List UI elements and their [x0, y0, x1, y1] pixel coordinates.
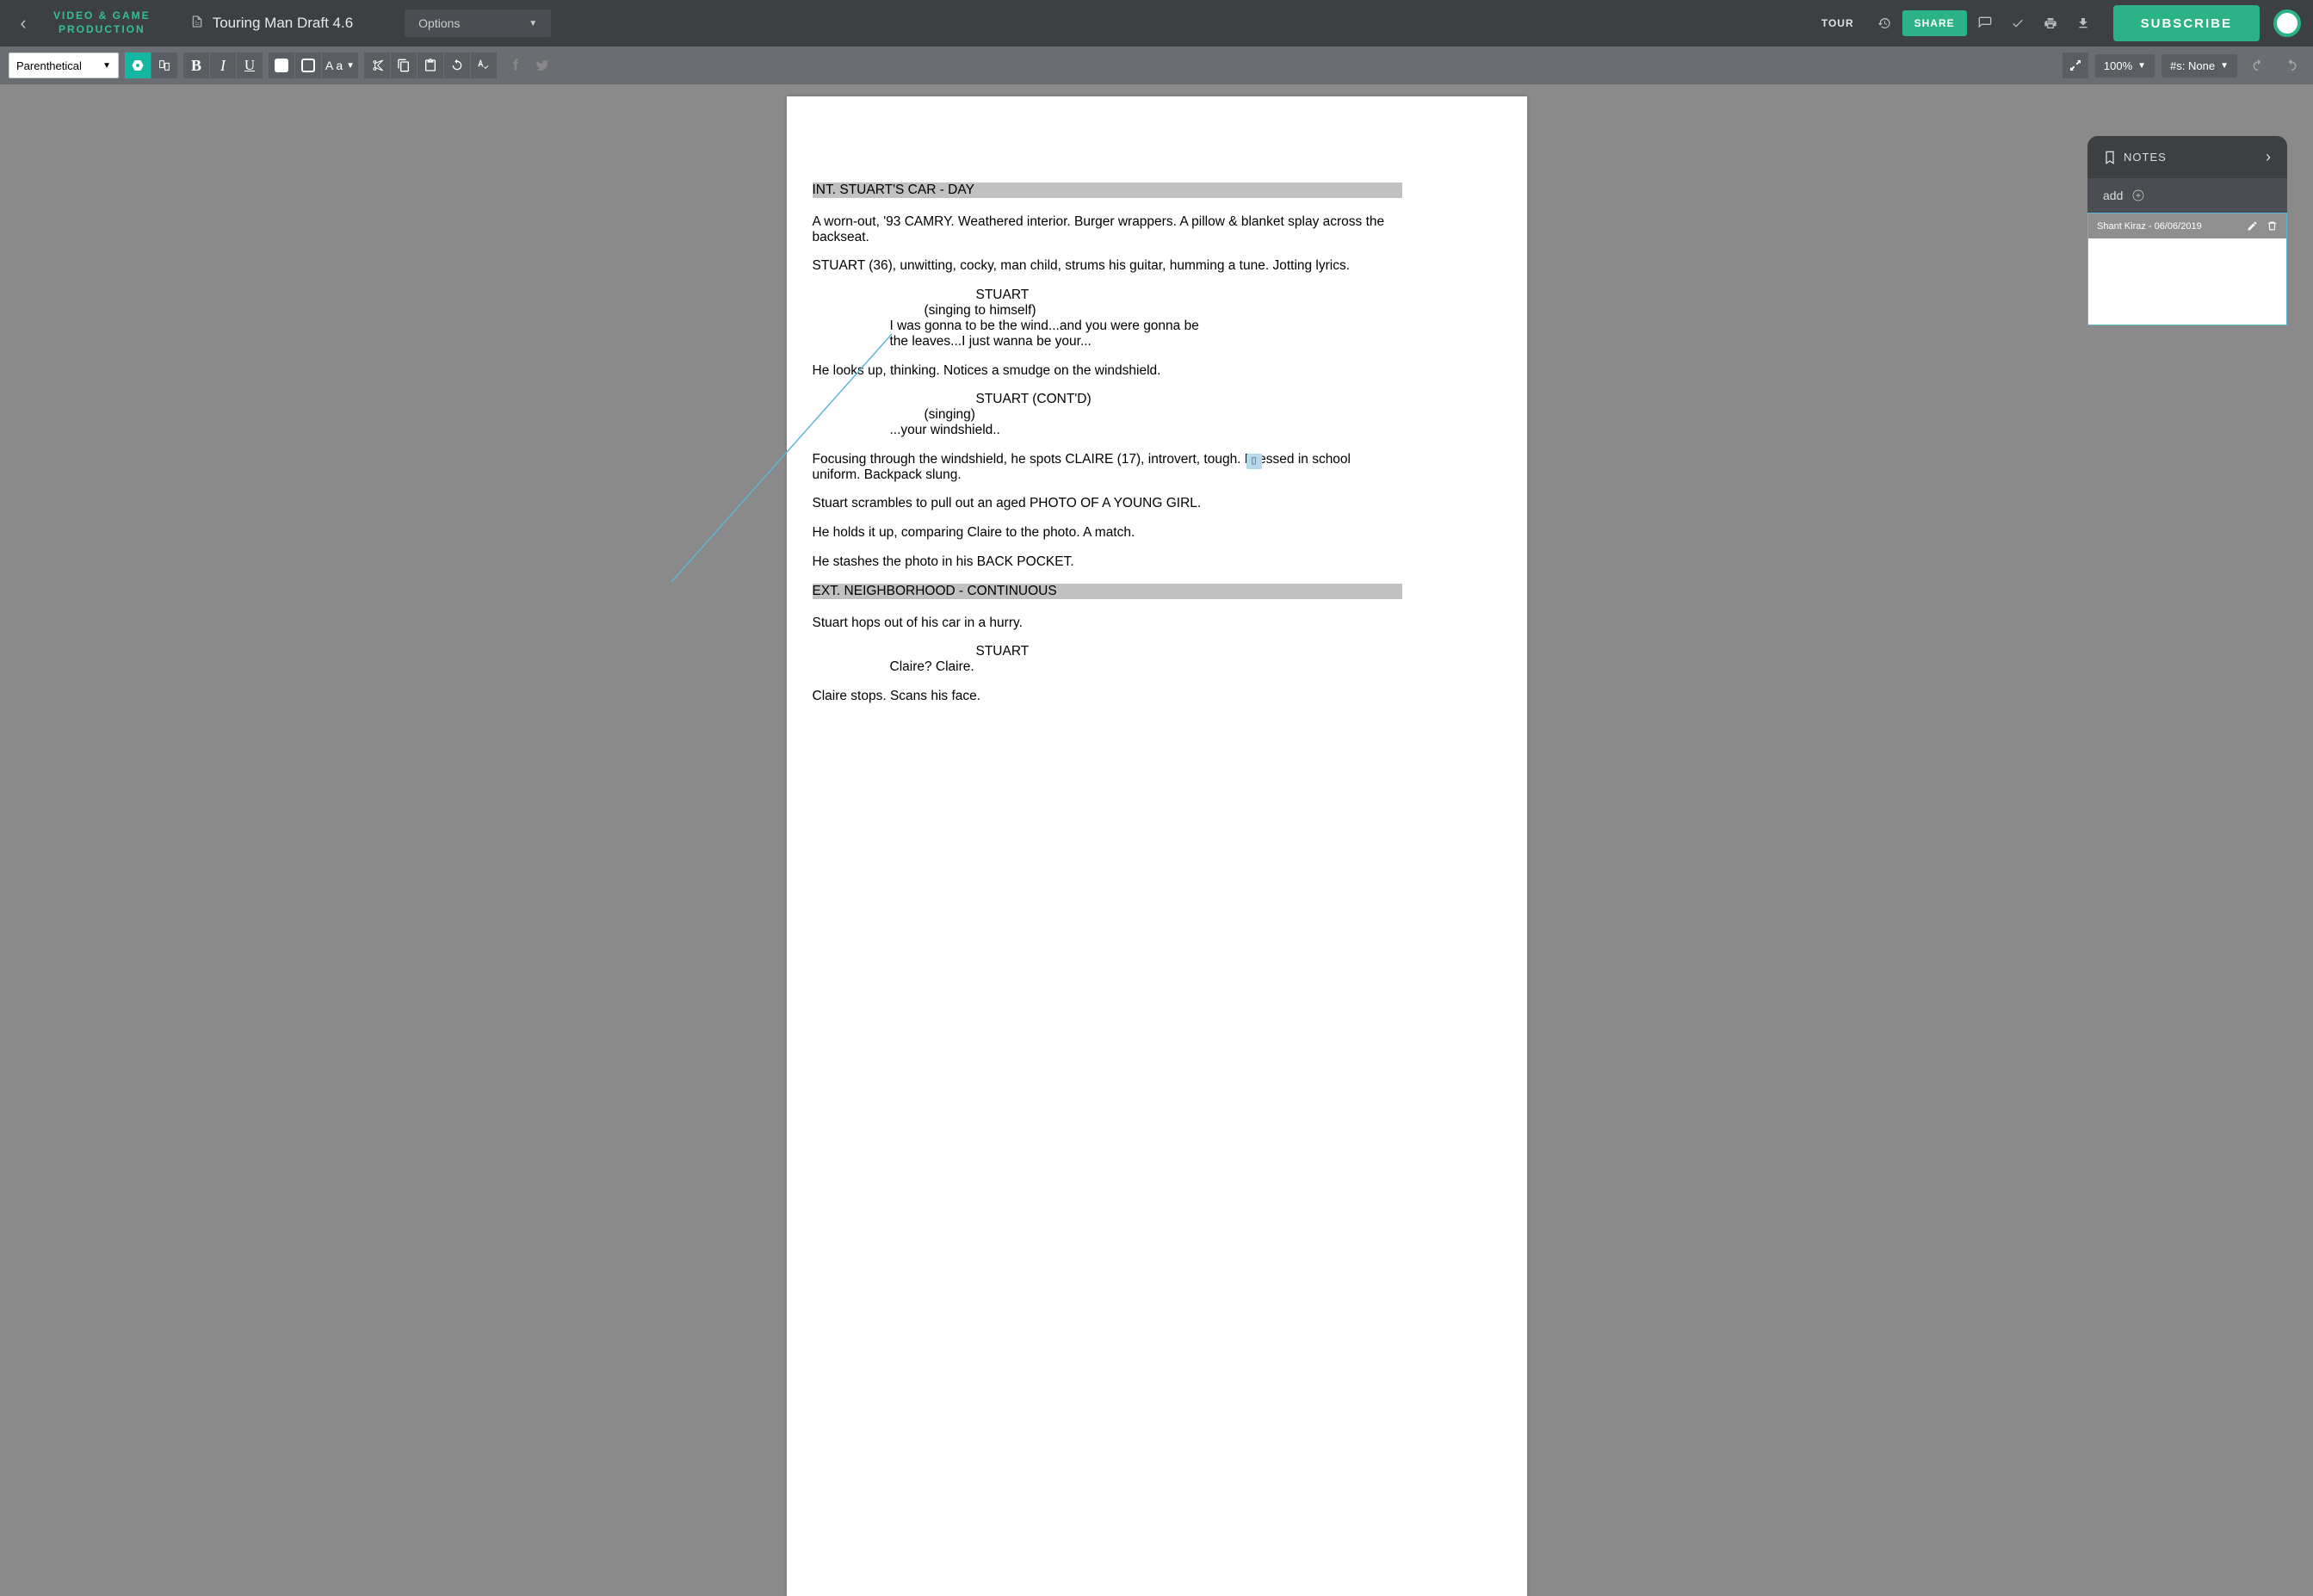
text-color-button[interactable]: [295, 53, 321, 78]
chevron-down-icon: ▼: [2220, 61, 2229, 71]
action-text[interactable]: He looks up, thinking. Notices a smudge …: [813, 363, 1402, 379]
brand[interactable]: VIDEO & GAME PRODUCTION: [40, 9, 164, 36]
paste-button[interactable]: [417, 53, 443, 78]
print-icon[interactable]: [2036, 9, 2065, 38]
download-icon[interactable]: [2069, 9, 2098, 38]
parenthetical[interactable]: (singing): [925, 407, 1183, 423]
underline-button[interactable]: U: [237, 53, 263, 78]
notes-header[interactable]: NOTES ›: [2087, 136, 2287, 178]
pounds-label: #s: None: [2170, 59, 2215, 72]
note-pin-icon[interactable]: ▯: [1246, 454, 1262, 469]
note-card[interactable]: Shant Kiraz - 06/06/2019: [2087, 213, 2287, 325]
action-text[interactable]: He holds it up, comparing Claire to the …: [813, 525, 1402, 541]
spellcheck-button[interactable]: [471, 53, 497, 78]
action-text[interactable]: Claire stops. Scans his face.: [813, 689, 1402, 704]
character-name[interactable]: STUART: [976, 288, 1183, 303]
redo-button[interactable]: [2279, 53, 2304, 78]
avatar[interactable]: [2273, 9, 2301, 37]
scene-heading[interactable]: INT. STUART'S CAR - DAY: [813, 182, 1402, 198]
brand-line1: VIDEO & GAME: [53, 9, 151, 23]
workspace[interactable]: INT. STUART'S CAR - DAY A worn-out, '93 …: [0, 84, 2313, 1596]
scene-heading[interactable]: EXT. NEIGHBORHOOD - CONTINUOUS: [813, 584, 1402, 599]
note-body[interactable]: [2088, 238, 2286, 325]
scene-numbers-dropdown[interactable]: #s: None ▼: [2161, 54, 2237, 77]
highlight-color-button[interactable]: [269, 53, 294, 78]
note-card-header: Shant Kiraz - 06/06/2019: [2088, 213, 2286, 238]
dual-dialogue-button[interactable]: [152, 53, 177, 78]
undo-button[interactable]: [2245, 53, 2271, 78]
action-text[interactable]: STUART (36), unwitting, cocky, man child…: [813, 258, 1402, 274]
notes-title: NOTES: [2124, 151, 2167, 164]
facebook-button[interactable]: f: [503, 53, 529, 78]
options-dropdown[interactable]: Options ▼: [405, 9, 551, 37]
top-bar: ‹ VIDEO & GAME PRODUCTION Touring Man Dr…: [0, 0, 2313, 46]
options-label: Options: [418, 16, 460, 30]
document-icon: [190, 15, 204, 33]
action-text[interactable]: Focusing through the windshield, he spot…: [813, 452, 1402, 483]
parenthetical[interactable]: (singing to himself): [925, 303, 1183, 319]
pencil-icon[interactable]: [2247, 220, 2258, 232]
add-note-button[interactable]: add: [2087, 178, 2287, 213]
dialogue[interactable]: ...your windshield..: [890, 423, 1209, 438]
zoom-label: 100%: [2104, 59, 2132, 72]
chevron-down-icon: ▼: [529, 19, 537, 28]
notes-panel: NOTES › add Shant Kiraz - 06/06/2019: [2087, 136, 2287, 325]
document-title: Touring Man Draft 4.6: [213, 15, 353, 32]
chevron-down-icon: ▼: [346, 61, 355, 71]
share-button[interactable]: SHARE: [1902, 10, 1967, 36]
chevron-down-icon: ▼: [2137, 61, 2146, 71]
cut-button[interactable]: [364, 53, 390, 78]
zoom-dropdown[interactable]: 100% ▼: [2095, 54, 2155, 77]
format-toolbar: Parenthetical ▼ B I U A a ▼ f: [0, 46, 2313, 84]
add-label: add: [2103, 189, 2123, 202]
character-name[interactable]: STUART (CONT'D): [976, 392, 1183, 407]
script-page[interactable]: INT. STUART'S CAR - DAY A worn-out, '93 …: [787, 96, 1527, 1596]
chevron-right-icon[interactable]: ›: [2266, 148, 2272, 166]
copy-button[interactable]: [391, 53, 417, 78]
note-author: Shant Kiraz - 06/06/2019: [2097, 221, 2202, 232]
find-replace-button[interactable]: [444, 53, 470, 78]
brand-line2: PRODUCTION: [53, 23, 151, 37]
action-text[interactable]: Stuart hops out of his car in a hurry.: [813, 616, 1402, 631]
dialogue[interactable]: I was gonna to be the wind...and you wer…: [890, 319, 1209, 350]
element-type-dropdown[interactable]: Parenthetical ▼: [9, 53, 119, 78]
case-label: A a: [325, 59, 343, 72]
subscribe-button[interactable]: SUBSCRIBE: [2113, 5, 2260, 41]
character-name[interactable]: STUART: [976, 644, 1183, 659]
tag-tool-button[interactable]: [125, 53, 151, 78]
action-text[interactable]: A worn-out, '93 CAMRY. Weathered interio…: [813, 214, 1402, 245]
element-type-label: Parenthetical: [16, 59, 82, 72]
plus-circle-icon: [2131, 189, 2145, 202]
trash-icon[interactable]: [2267, 220, 2278, 232]
twitter-button[interactable]: [529, 53, 555, 78]
bold-button[interactable]: B: [183, 53, 209, 78]
comment-icon[interactable]: [1970, 9, 2000, 38]
fullscreen-button[interactable]: [2063, 53, 2088, 78]
history-icon[interactable]: [1870, 9, 1899, 38]
italic-button[interactable]: I: [210, 53, 236, 78]
bookmark-icon: [2103, 151, 2117, 164]
tour-button[interactable]: TOUR: [1809, 10, 1866, 36]
check-icon[interactable]: [2003, 9, 2032, 38]
dialogue[interactable]: Claire? Claire.: [890, 659, 1209, 675]
action-text[interactable]: He stashes the photo in his BACK POCKET.: [813, 554, 1402, 570]
chevron-down-icon: ▼: [102, 61, 111, 71]
case-dropdown[interactable]: A a ▼: [322, 53, 358, 78]
action-text[interactable]: Stuart scrambles to pull out an aged PHO…: [813, 496, 1402, 511]
action-span: Focusing through the windshield, he spot…: [813, 452, 1351, 482]
back-button[interactable]: ‹: [7, 7, 40, 40]
